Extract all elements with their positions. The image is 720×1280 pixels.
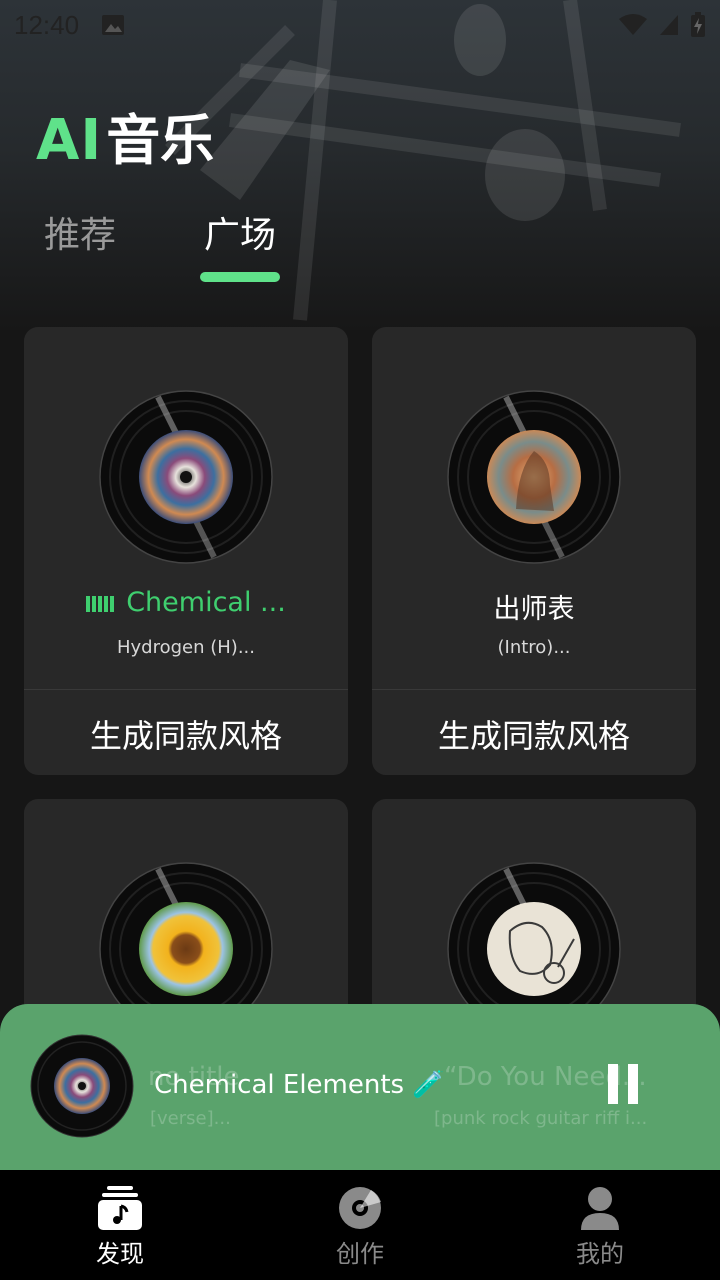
nav-create[interactable]: 创作 [240,1170,480,1280]
profile-icon [581,1187,619,1230]
create-disc-icon [339,1187,381,1229]
battery-charging-icon [691,12,705,37]
wifi-icon [619,14,647,35]
bottom-navigation: 发现 创作 我的 [0,1170,720,1280]
clock: 12:40 [14,9,80,40]
mini-player[interactable]: no title [verse]... “Do You Need... [pun… [0,1004,720,1170]
cellular-signal-icon [660,15,678,35]
active-tab-indicator [200,272,281,282]
pause-button[interactable] [608,1064,640,1104]
tab-recommended[interactable]: 推荐 [44,206,116,258]
card-4-subtitle-behind: [punk rock guitar riff i... [434,1108,648,1129]
nav-create-label: 创作 [336,1240,384,1268]
nav-profile-label: 我的 [576,1240,624,1268]
tab-square-label: 广场 [204,215,277,256]
logo-music-text: 音乐 [106,109,215,172]
song-card[interactable]: Chemical ... Hydrogen (H)... 生成同款风格 [24,327,348,775]
image-notification-icon [102,15,125,35]
tab-square[interactable]: 广场 [200,206,281,282]
nav-discover[interactable]: 发现 [0,1170,240,1280]
card-divider [24,689,348,690]
logo-ai-text: AI [36,108,103,173]
vinyl-disc-cover [447,390,621,564]
song-card[interactable]: 出师表 (Intro)... 生成同款风格 [372,327,696,775]
tab-bar: 推荐 广场 [44,206,281,282]
card-3-subtitle-behind: [verse]... [150,1108,231,1129]
song-lyrics-preview: Hydrogen (H)... [116,637,255,658]
pause-icon-bar [628,1064,638,1104]
now-playing-cover [30,1034,134,1138]
song-title-text: Chemical ... [126,587,286,618]
now-playing-title: Chemical Elements 🧪 [154,1070,445,1100]
status-bar: 12:40 [0,0,720,50]
song-lyrics-preview: (Intro)... [497,637,571,658]
discover-icon [98,1186,142,1230]
playing-equalizer-icon [86,595,115,612]
pause-icon [608,1064,618,1104]
card-divider [372,689,696,690]
vinyl-disc-cover [99,390,273,564]
song-title: 出师表 [493,594,575,625]
nav-profile[interactable]: 我的 [480,1170,720,1280]
generate-same-style-button[interactable]: 生成同款风格 [24,711,348,757]
generate-same-style-button[interactable]: 生成同款风格 [372,711,696,757]
app-logo: AI 音乐 [36,96,214,175]
nav-discover-label: 发现 [96,1240,144,1268]
song-title: Chemical ... [24,587,348,618]
